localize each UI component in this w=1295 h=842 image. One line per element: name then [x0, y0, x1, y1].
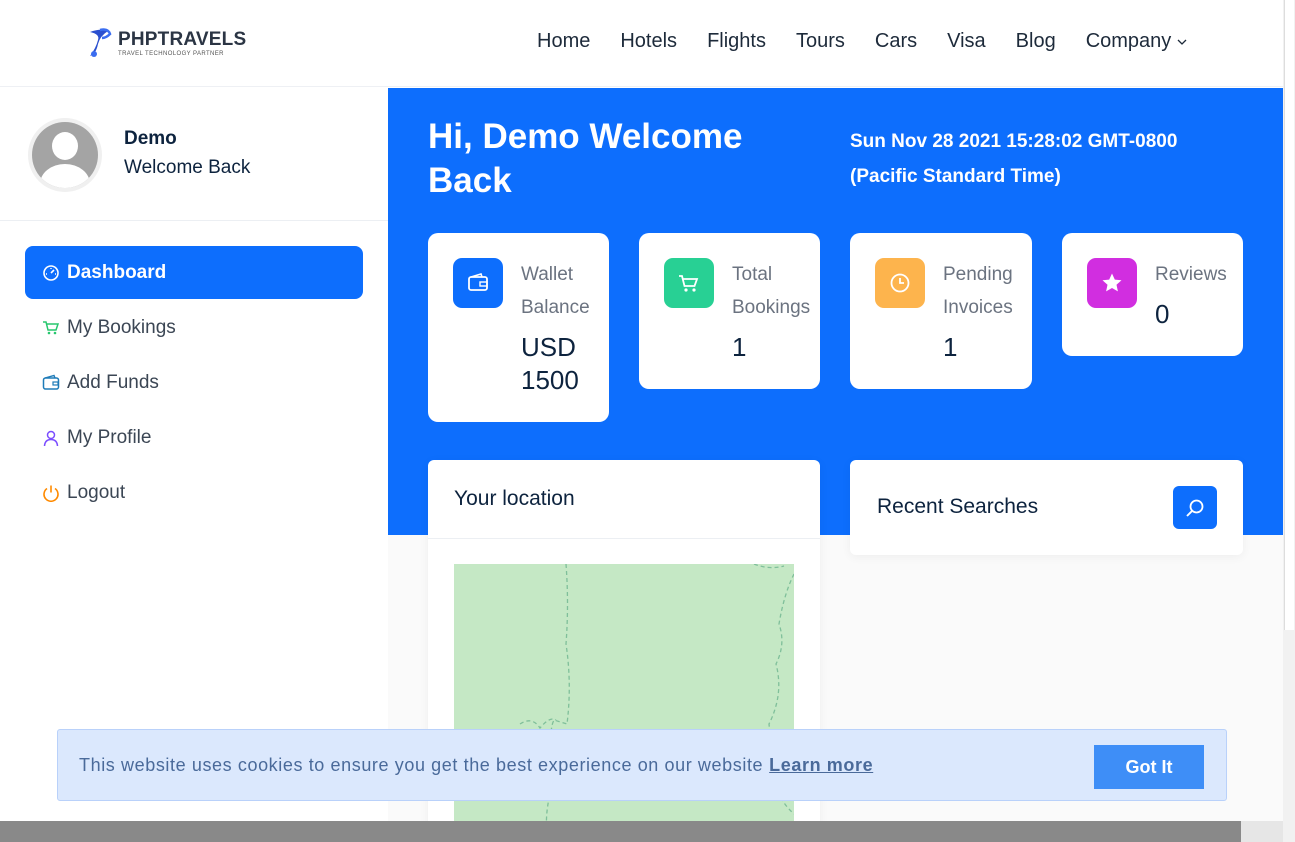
- scrollbar-thumb[interactable]: [1284, 0, 1294, 630]
- stat-label-line: Balance: [521, 297, 590, 318]
- nav-company-label: Company: [1085, 30, 1172, 52]
- logo-mark-icon: [90, 28, 112, 57]
- sidebar-item-label: My Bookings: [67, 316, 176, 338]
- site-header: PHPTRAVELS TRAVEL TECHNOLOGY PARTNER Hom…: [0, 0, 1283, 87]
- brand-name: PHPTRAVELS: [118, 28, 247, 50]
- stat-label: Pending Invoices: [943, 258, 1013, 324]
- sidebar-item-label: Dashboard: [67, 261, 167, 283]
- clock-icon: [875, 258, 925, 308]
- stat-label: Total Bookings: [732, 258, 810, 324]
- stat-label-line: Total: [732, 264, 773, 285]
- sidebar-menu: Dashboard My Bookings Add Funds My Profi…: [25, 246, 363, 521]
- profile-summary: Demo Welcome Back: [0, 88, 388, 221]
- profile-subtitle: Welcome Back: [124, 157, 251, 178]
- accept-cookies-button[interactable]: Got It: [1094, 745, 1204, 789]
- current-datetime: Sun Nov 28 2021 15:28:02 GMT-0800 (Pacif…: [850, 124, 1230, 194]
- wallet-icon: [42, 374, 60, 392]
- stat-value: 1: [943, 332, 958, 362]
- nav-tours[interactable]: Tours: [796, 30, 845, 53]
- wallet-icon: [453, 258, 503, 308]
- main-nav: Home Hotels Flights Tours Cars Visa Blog…: [537, 30, 1218, 53]
- stat-label: Reviews: [1155, 258, 1227, 291]
- stat-card-reviews[interactable]: Reviews 0: [1062, 233, 1243, 356]
- search-icon: [1186, 499, 1204, 517]
- star-icon: [1087, 258, 1137, 308]
- profile-name: Demo: [124, 128, 177, 149]
- stat-label-line: Bookings: [732, 297, 811, 318]
- cookie-message: This website uses cookies to ensure you …: [79, 755, 873, 776]
- location-title: Your location: [454, 487, 575, 510]
- datetime-line: Sun Nov 28 2021 15:28:02 GMT-0800: [850, 131, 1178, 152]
- user-icon: [42, 429, 60, 447]
- page-title: Hi, Demo Welcome Back: [428, 117, 743, 200]
- stat-label-line: Reviews: [1155, 264, 1227, 285]
- stat-value-amount: 1500: [521, 365, 579, 395]
- nav-home[interactable]: Home: [537, 30, 590, 53]
- nav-cars[interactable]: Cars: [875, 30, 917, 53]
- brand-tagline: TRAVEL TECHNOLOGY PARTNER: [118, 50, 224, 57]
- sidebar-item-my-profile[interactable]: My Profile: [25, 411, 363, 464]
- nav-blog[interactable]: Blog: [1016, 30, 1056, 53]
- sidebar-item-my-bookings[interactable]: My Bookings: [25, 301, 363, 354]
- dashboard-gauge-icon: [42, 264, 60, 282]
- chevron-down-icon: [1177, 39, 1187, 45]
- avatar: [32, 122, 98, 188]
- recent-searches-button[interactable]: [1173, 486, 1217, 529]
- nav-visa[interactable]: Visa: [947, 30, 986, 53]
- stat-label-line: Invoices: [943, 297, 1013, 318]
- cookie-text: This website uses cookies to ensure you …: [79, 755, 764, 775]
- stat-value: 0: [1155, 299, 1170, 329]
- divider: [428, 538, 820, 539]
- stat-label-line: Wallet: [521, 264, 574, 285]
- learn-more-link[interactable]: Learn more: [769, 755, 873, 775]
- recent-searches-title: Recent Searches: [877, 495, 1039, 518]
- nav-hotels[interactable]: Hotels: [620, 30, 677, 53]
- stat-label-line: Pending: [943, 264, 1013, 285]
- sidebar-item-label: Add Funds: [67, 371, 159, 393]
- recent-searches-card: Recent Searches: [850, 460, 1243, 555]
- scrollbar-corner: [1241, 821, 1283, 842]
- nav-company[interactable]: Company: [1086, 30, 1189, 53]
- nav-flights[interactable]: Flights: [707, 30, 766, 53]
- stat-label: Wallet Balance: [521, 258, 590, 324]
- sidebar-item-logout[interactable]: Logout: [25, 466, 363, 519]
- sidebar-item-label: Logout: [67, 481, 126, 503]
- stat-value-currency: USD: [521, 332, 576, 362]
- stat-card-wallet-balance[interactable]: Wallet Balance USD 1500: [428, 233, 609, 422]
- cart-icon: [664, 258, 714, 308]
- timezone-line: (Pacific Standard Time): [850, 166, 1061, 187]
- horizontal-scrollbar[interactable]: [0, 821, 1241, 842]
- stat-value: 1: [732, 332, 747, 362]
- power-icon: [42, 484, 60, 502]
- sidebar-item-dashboard[interactable]: Dashboard: [25, 246, 363, 299]
- cart-icon: [42, 319, 60, 337]
- stat-card-total-bookings[interactable]: Total Bookings 1: [639, 233, 820, 389]
- sidebar-item-add-funds[interactable]: Add Funds: [25, 356, 363, 409]
- cookie-banner: This website uses cookies to ensure you …: [57, 729, 1227, 801]
- stat-card-pending-invoices[interactable]: Pending Invoices 1: [850, 233, 1032, 389]
- sidebar-item-label: My Profile: [67, 426, 152, 448]
- stat-value: USD 1500: [521, 331, 579, 397]
- brand-logo[interactable]: PHPTRAVELS TRAVEL TECHNOLOGY PARTNER: [86, 26, 246, 60]
